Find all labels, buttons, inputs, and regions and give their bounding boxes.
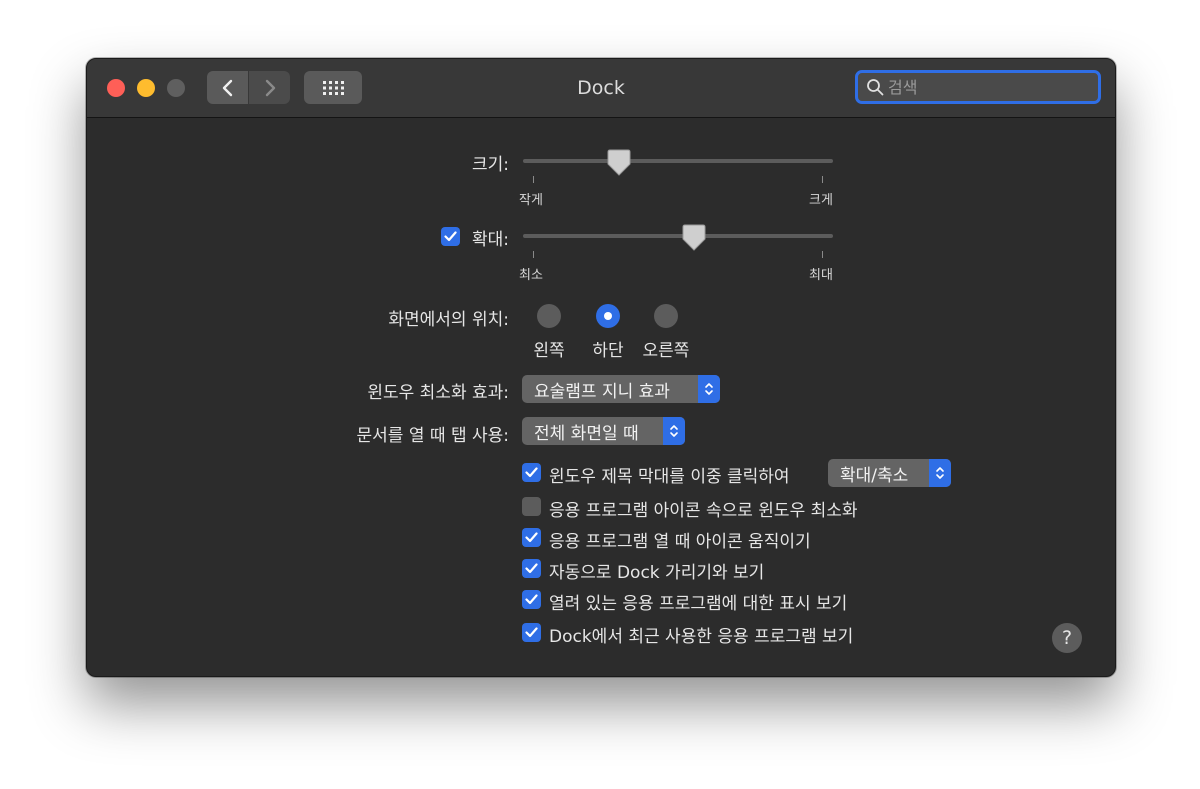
up-down-chevron-icon — [705, 383, 713, 395]
position-right-radio[interactable] — [654, 304, 678, 328]
search-input[interactable] — [888, 77, 1088, 97]
position-label: 화면에서의 위치: — [388, 310, 509, 330]
dock-preferences-window: Dock 크기: 작게 크게 확대: 최소 최대 화면에서의 위치: 왼쪽 하단… — [86, 58, 1116, 677]
show-indicators-checkbox[interactable] — [522, 590, 541, 609]
up-down-chevron-icon — [670, 425, 678, 437]
popup-stepper — [929, 459, 951, 487]
double-click-titlebar-checkbox[interactable] — [522, 463, 541, 482]
position-left-radio[interactable] — [537, 304, 561, 328]
search-icon — [867, 79, 884, 96]
minimize-into-icon-label: 응용 프로그램 아이콘 속으로 윈도우 최소화 — [549, 501, 858, 521]
checkmark-icon — [525, 627, 538, 638]
size-min-label: 작게 — [519, 193, 543, 208]
search-field[interactable] — [855, 70, 1101, 104]
magnification-tick-max — [822, 251, 823, 258]
prefer-tabs-popup[interactable]: 전체 화면일 때 — [522, 417, 685, 445]
autohide-dock-label: 자동으로 Dock 가리기와 보기 — [549, 563, 765, 583]
double-click-action-value: 확대/축소 — [840, 465, 909, 486]
double-click-action-popup[interactable]: 확대/축소 — [828, 459, 951, 487]
checkmark-icon — [525, 467, 538, 478]
animate-opening-checkbox[interactable] — [522, 528, 541, 547]
size-slider-track[interactable] — [523, 159, 833, 163]
help-button[interactable]: ? — [1052, 623, 1082, 653]
title-bar: Dock — [87, 59, 1115, 118]
size-max-label: 크게 — [809, 193, 833, 208]
magnification-max-label: 최대 — [809, 268, 833, 283]
position-right-label: 오른쪽 — [642, 341, 690, 361]
checkmark-icon — [525, 563, 538, 574]
prefer-tabs-value: 전체 화면일 때 — [534, 423, 639, 444]
size-tick-max — [822, 176, 823, 183]
show-recent-apps-label: Dock에서 최근 사용한 응용 프로그램 보기 — [549, 627, 854, 647]
show-indicators-label: 열려 있는 응용 프로그램에 대한 표시 보기 — [549, 594, 848, 614]
minimize-effect-value: 요술램프 지니 효과 — [534, 381, 670, 402]
minimize-into-icon-checkbox[interactable] — [522, 497, 541, 516]
minimize-effect-popup[interactable]: 요술램프 지니 효과 — [522, 375, 720, 403]
minimize-effect-label: 윈도우 최소화 효과: — [367, 383, 509, 403]
animate-opening-label: 응용 프로그램 열 때 아이콘 움직이기 — [549, 532, 811, 552]
up-down-chevron-icon — [936, 467, 944, 479]
magnification-checkbox[interactable] — [441, 227, 460, 246]
magnification-tick-min — [533, 251, 534, 258]
checkmark-icon — [525, 532, 538, 543]
size-tick-min — [533, 176, 534, 183]
popup-stepper — [698, 375, 720, 403]
position-bottom-radio[interactable] — [596, 304, 620, 328]
checkmark-icon — [525, 594, 538, 605]
size-label: 크기: — [471, 155, 509, 175]
autohide-dock-checkbox[interactable] — [522, 559, 541, 578]
magnification-label: 확대: — [471, 230, 509, 250]
show-recent-apps-checkbox[interactable] — [522, 623, 541, 642]
checkmark-icon — [444, 231, 457, 242]
popup-stepper — [663, 417, 685, 445]
prefer-tabs-label: 문서를 열 때 탭 사용: — [356, 426, 509, 446]
double-click-titlebar-label: 윈도우 제목 막대를 이중 클릭하여 — [549, 467, 790, 487]
size-slider-thumb[interactable] — [607, 149, 631, 176]
magnification-slider-track[interactable] — [523, 234, 833, 238]
magnification-slider-thumb[interactable] — [682, 224, 706, 251]
magnification-min-label: 최소 — [519, 268, 543, 283]
